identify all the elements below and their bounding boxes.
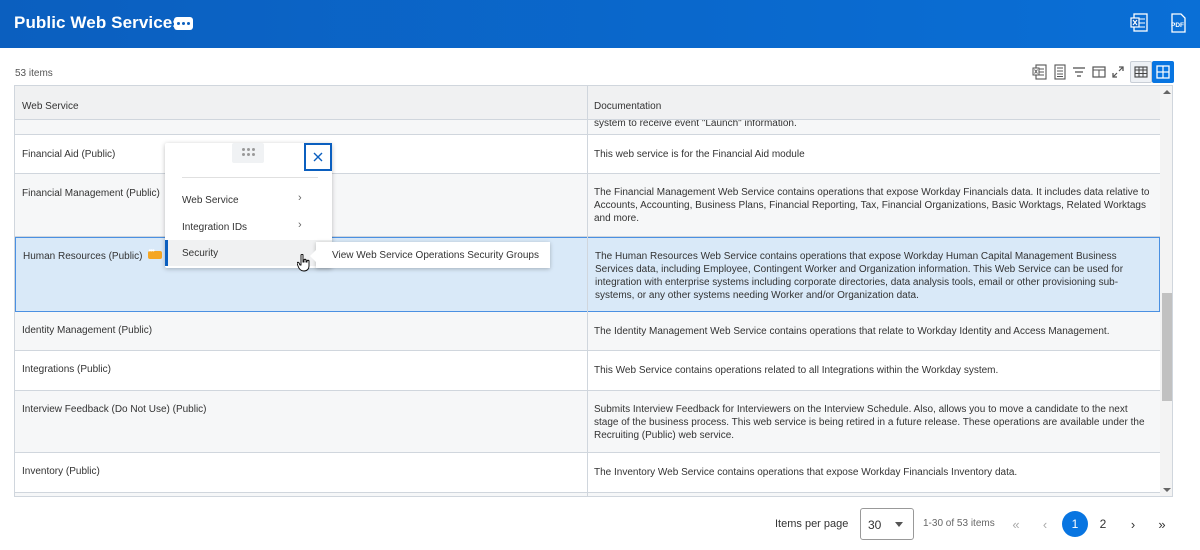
range-text: 1-30 of 53 items [923,518,995,529]
more-dots-icon [177,22,180,25]
items-per-page-value: 30 [868,518,882,532]
service-link[interactable]: Identity Management (Public) [22,325,152,336]
service-label: Human Resources (Public) [23,251,143,262]
close-button[interactable] [304,143,332,171]
page-header: Public Web Services PDF [0,0,1200,48]
page-button-1[interactable]: 1 [1062,511,1088,537]
column-header-documentation[interactable]: Documentation [594,101,661,112]
grid-fullscreen-button[interactable] [1108,61,1128,83]
table-view-button[interactable] [1130,61,1152,83]
doc-cell: The Human Resources Web Service contains… [595,251,1124,301]
menu-item-web-service[interactable]: Web Service › [165,187,332,213]
excel-icon [1130,13,1148,32]
column-header-web-service[interactable]: Web Service [22,101,79,112]
scroll-thumb[interactable] [1162,293,1172,401]
related-actions-badge[interactable] [147,246,162,260]
service-link[interactable]: Integrations (Public) [22,364,111,375]
doc-cell: This web service is for the Financial Ai… [594,149,805,160]
submenu-item-view-security-groups[interactable]: View Web Service Operations Security Gro… [310,242,550,268]
service-link[interactable]: Human Resources (Public) [23,246,162,262]
doc-cell: The Financial Management Web Service con… [594,187,1150,224]
page-title: Public Web Services [14,13,182,32]
doc-cell: Submits Interview Feedback for Interview… [594,404,1145,441]
column-divider [587,86,588,496]
grid-view-button[interactable] [1152,61,1174,83]
doc-cell: system to receive event "Launch" informa… [594,120,797,129]
service-link[interactable]: Financial Aid (Public) [22,149,115,160]
pdf-export-button[interactable]: PDF [1168,12,1188,34]
chevron-right-icon: › [298,219,302,231]
menu-item-integration-ids[interactable]: Integration IDs › [165,214,332,240]
chevron-right-icon: › [298,192,302,204]
grid-scrollbar[interactable] [1160,86,1172,496]
grid-filter-button[interactable] [1069,61,1089,83]
svg-text:PDF: PDF [1171,22,1184,29]
doc-cell: The Identity Management Web Service cont… [594,326,1110,337]
service-link[interactable]: Interview Feedback (Do Not Use) (Public) [22,404,207,415]
scroll-up-icon[interactable] [1163,90,1171,94]
related-actions-button[interactable] [174,17,193,30]
previous-page-icon[interactable]: ‹ [1033,511,1057,537]
grid-columns-button[interactable] [1089,61,1109,83]
items-per-page-label: Items per page [775,518,849,530]
next-page-icon[interactable]: › [1121,511,1145,537]
drag-handle[interactable] [232,143,264,163]
menu-item-label: Web Service [182,195,239,206]
item-count: 53 items [15,68,53,79]
service-link[interactable]: Inventory (Public) [22,466,100,477]
grid-print-button[interactable] [1050,61,1070,83]
service-link[interactable]: Financial Management (Public) [22,188,160,199]
table-view-icon [1134,66,1148,78]
excel-export-icon [1032,64,1047,80]
print-icon [1054,64,1066,80]
columns-icon [1092,66,1106,78]
excel-export-button[interactable] [1130,12,1150,34]
grid-excel-button[interactable] [1030,61,1050,83]
page-button-2[interactable]: 2 [1091,511,1115,537]
filter-icon [1073,67,1085,77]
related-actions-menu: Web Service › Integration IDs › Security [165,143,332,268]
menu-divider [182,177,318,178]
first-page-icon[interactable]: « [1004,511,1028,537]
hand-cursor-icon [296,253,311,277]
last-page-icon[interactable]: » [1150,511,1174,537]
pagination: Items per page 30 1-30 of 53 items « ‹ 1… [0,508,1200,540]
scroll-down-icon[interactable] [1163,488,1171,492]
close-icon [313,152,323,162]
items-per-page-select[interactable]: 30 [860,508,914,540]
pdf-icon: PDF [1171,13,1186,33]
fullscreen-icon [1112,66,1124,78]
menu-item-label: Integration IDs [182,222,248,233]
menu-item-label: Security [182,248,219,259]
submenu-item-label: View Web Service Operations Security Gro… [332,250,539,261]
doc-cell: This Web Service contains operations rel… [594,365,999,376]
caret-down-icon [895,522,903,527]
doc-cell: The Inventory Web Service contains opera… [594,467,1018,478]
grid-view-icon [1156,65,1170,79]
